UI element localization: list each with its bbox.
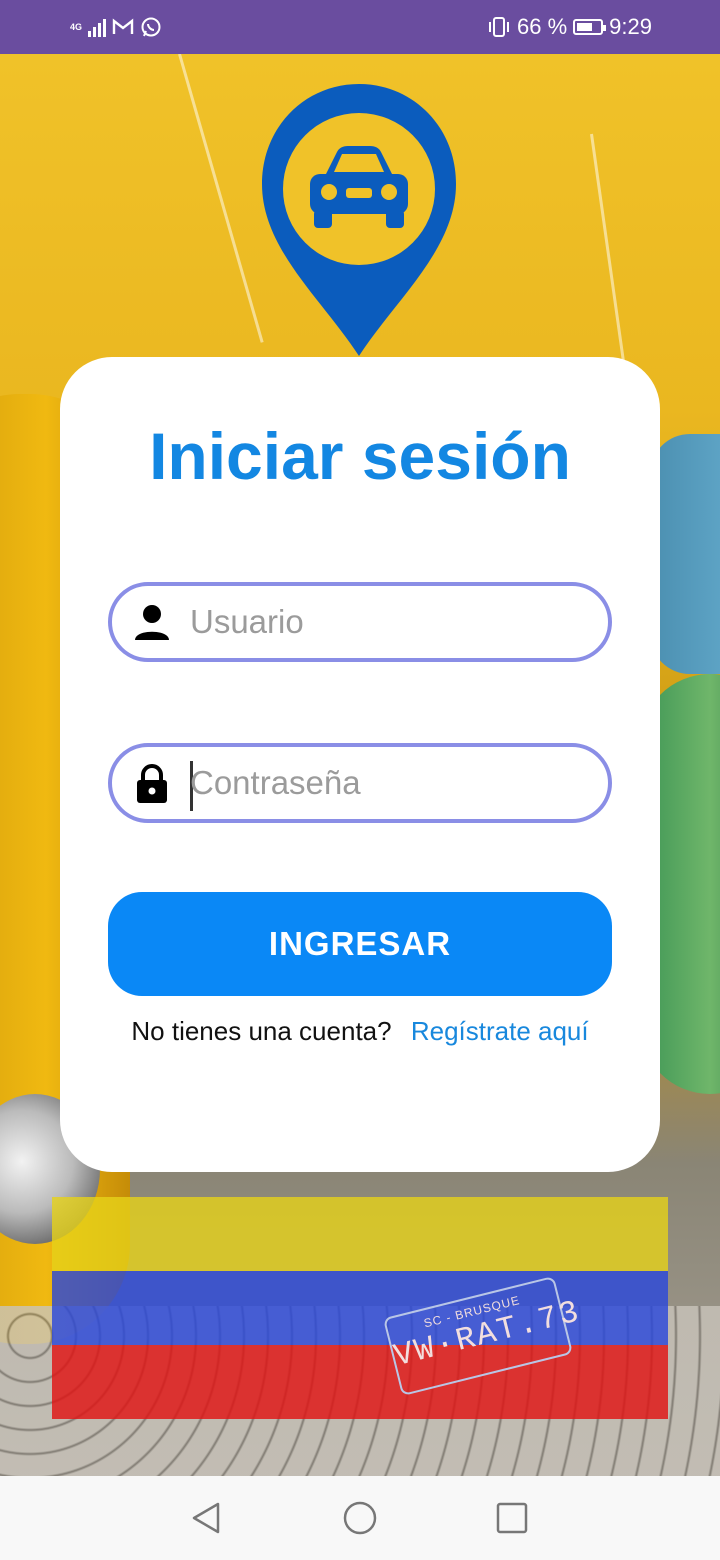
status-right: 66 % 9:29: [487, 12, 652, 42]
status-left: 4G: [70, 12, 162, 42]
status-bar: 4G 66 % 9:29: [0, 0, 720, 54]
antenna-line: [590, 133, 630, 392]
username-input[interactable]: [190, 592, 590, 652]
user-icon: [135, 605, 169, 640]
network-type-label: 4G: [70, 21, 83, 32]
navigation-bar: [0, 1476, 720, 1560]
whatsapp-icon: [141, 17, 161, 37]
battery-percent: 66 %: [517, 14, 568, 39]
flag-stripe-red: [52, 1345, 668, 1419]
login-button[interactable]: INGRESAR: [108, 892, 612, 996]
register-row: No tienes una cuenta? Regístrate aquí: [0, 1016, 720, 1047]
flag-stripe-yellow: [52, 1197, 668, 1271]
clock: 9:29: [609, 14, 652, 39]
signal-icon: [88, 17, 106, 37]
car-location-pin-icon: [262, 84, 456, 356]
lock-icon: [137, 764, 167, 803]
username-field[interactable]: [108, 582, 612, 662]
antenna-line: [178, 54, 264, 343]
page-title: Iniciar sesión: [149, 419, 571, 493]
vibrate-icon: [489, 17, 510, 37]
back-icon[interactable]: [186, 1498, 226, 1538]
recents-icon[interactable]: [492, 1498, 532, 1538]
home-icon[interactable]: [340, 1498, 380, 1538]
battery-icon: [573, 19, 607, 35]
gmail-icon: [112, 18, 134, 34]
register-link[interactable]: Regístrate aquí: [411, 1016, 589, 1046]
password-input[interactable]: [190, 753, 590, 813]
battery-level: [577, 23, 592, 31]
register-prompt: No tienes una cuenta?: [131, 1016, 392, 1046]
password-field[interactable]: [108, 743, 612, 823]
